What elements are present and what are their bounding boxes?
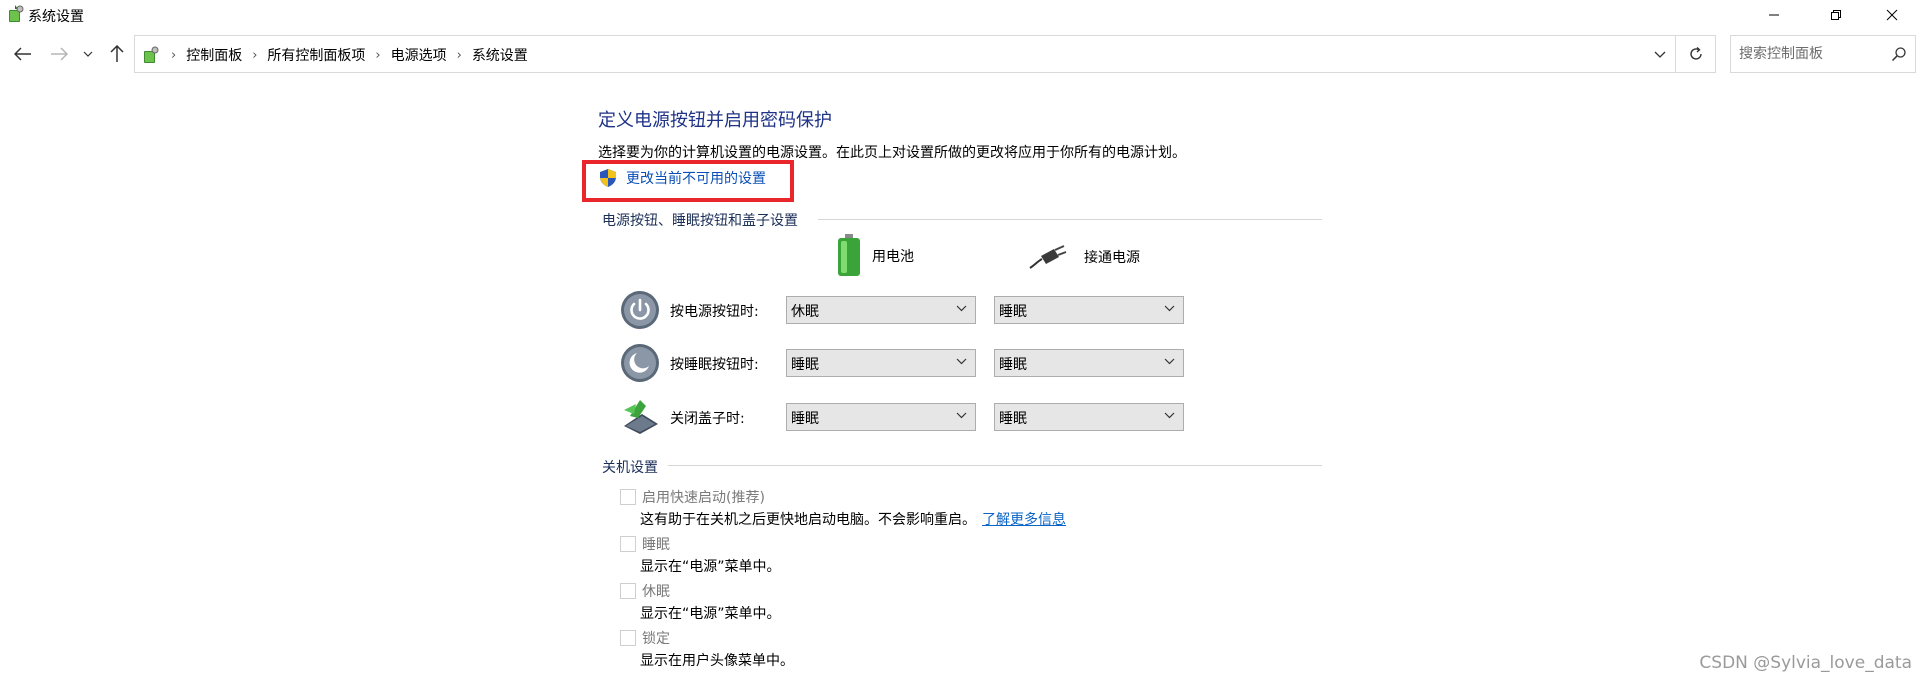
select-value: 睡眠 — [791, 411, 819, 427]
sleep-description: 显示在“电源”菜单中。 — [640, 559, 781, 575]
chevron-down-icon — [83, 51, 93, 57]
chevron-down-icon — [956, 305, 967, 312]
plugged-in-column-label: 接通电源 — [1084, 250, 1140, 266]
breadcrumb-separator: › — [456, 47, 462, 63]
laptop-lid-icon — [624, 400, 658, 434]
fast-startup-checkbox-row[interactable]: 启用快速启动(推荐) — [620, 487, 765, 507]
sleep-checkbox[interactable] — [620, 536, 636, 552]
window-title: 系统设置 — [28, 9, 84, 25]
fast-startup-description: 这有助于在关机之后更快地启动电脑。不会影响重启。 了解更多信息 — [640, 509, 1066, 529]
minimize-button[interactable] — [1746, 0, 1802, 30]
watermark: CSDN @Sylvia_love_data — [1699, 653, 1912, 673]
select-value: 睡眠 — [999, 411, 1027, 427]
hibernate-description: 显示在“电源”菜单中。 — [640, 606, 781, 622]
power-button-battery-select[interactable]: 休眠 — [786, 296, 976, 324]
chevron-down-icon — [1164, 412, 1175, 419]
chevron-down-icon — [1164, 358, 1175, 365]
arrow-up-icon — [110, 45, 124, 62]
restore-icon — [1831, 10, 1841, 20]
section-divider — [818, 219, 1322, 220]
lock-checkbox[interactable] — [620, 630, 636, 646]
breadcrumb-separator: › — [252, 47, 258, 63]
shutdown-section-title: 关机设置 — [602, 460, 658, 476]
close-icon — [1886, 9, 1898, 21]
sleep-button-plugged-select[interactable]: 睡眠 — [994, 349, 1184, 377]
search-icon[interactable] — [1891, 46, 1907, 62]
breadcrumb-all-items[interactable]: 所有控制面板项 — [267, 45, 365, 65]
search-box[interactable] — [1730, 35, 1916, 73]
refresh-button[interactable] — [1676, 35, 1716, 73]
forward-button[interactable] — [46, 41, 72, 67]
breadcrumb-system-settings[interactable]: 系统设置 — [472, 45, 528, 65]
search-input[interactable] — [1731, 36, 1881, 72]
power-buttons-section-title: 电源按钮、睡眠按钮和盖子设置 — [602, 213, 798, 229]
title-bar: 系统设置 — [0, 0, 1920, 30]
hibernate-checkbox-row[interactable]: 休眠 — [620, 581, 670, 601]
sleep-button-icon — [621, 344, 659, 382]
select-value: 睡眠 — [791, 357, 819, 373]
page-title: 定义电源按钮并启用密码保护 — [598, 110, 832, 131]
refresh-icon — [1689, 46, 1702, 60]
chevron-down-icon — [956, 412, 967, 419]
learn-more-link[interactable]: 了解更多信息 — [982, 512, 1066, 528]
close-lid-row-label: 关闭盖子时: — [670, 411, 745, 427]
address-bar[interactable]: › 控制面板 › 所有控制面板项 › 电源选项 › 系统设置 — [134, 35, 1676, 73]
close-button[interactable] — [1864, 0, 1920, 30]
fast-startup-label: 启用快速启动(推荐) — [642, 490, 765, 506]
power-button-plugged-select[interactable]: 睡眠 — [994, 296, 1184, 324]
section-divider — [668, 465, 1322, 466]
breadcrumb: › 控制面板 › 所有控制面板项 › 电源选项 › 系统设置 — [141, 44, 528, 66]
breadcrumb-separator: › — [375, 47, 381, 63]
uac-shield-icon — [600, 169, 616, 187]
control-panel-icon — [144, 46, 159, 63]
plugged-in-column-header: 接通电源 — [1028, 244, 1140, 270]
lock-description: 显示在用户头像菜单中。 — [640, 653, 794, 669]
close-lid-plugged-select[interactable]: 睡眠 — [994, 403, 1184, 431]
battery-column-header: 用电池 — [836, 234, 914, 278]
address-history-dropdown[interactable] — [1645, 36, 1675, 72]
chevron-down-icon — [956, 358, 967, 365]
breadcrumb-control-panel[interactable]: 控制面板 — [186, 45, 242, 65]
arrow-left-icon — [14, 47, 31, 61]
power-button-icon — [621, 291, 659, 329]
select-value: 休眠 — [791, 304, 819, 320]
fast-startup-checkbox[interactable] — [620, 489, 636, 505]
change-unavailable-settings-link[interactable]: 更改当前不可用的设置 — [598, 168, 766, 188]
hibernate-checkbox[interactable] — [620, 583, 636, 599]
battery-icon — [838, 234, 860, 276]
up-button[interactable] — [104, 41, 130, 67]
recent-locations-button[interactable] — [80, 41, 96, 67]
restore-button[interactable] — [1808, 0, 1864, 30]
select-value: 睡眠 — [999, 357, 1027, 373]
close-lid-battery-select[interactable]: 睡眠 — [786, 403, 976, 431]
select-value: 睡眠 — [999, 304, 1027, 320]
chevron-down-icon — [1654, 51, 1666, 58]
minimize-icon — [1769, 14, 1779, 16]
power-plug-icon — [1029, 245, 1067, 269]
fast-startup-desc-text: 这有助于在关机之后更快地启动电脑。不会影响重启。 — [640, 512, 976, 528]
chevron-down-icon — [1164, 305, 1175, 312]
change-link-label[interactable]: 更改当前不可用的设置 — [626, 168, 766, 188]
back-button[interactable] — [10, 41, 36, 67]
arrow-right-icon — [51, 47, 68, 61]
breadcrumb-power-options[interactable]: 电源选项 — [391, 45, 447, 65]
lock-label: 锁定 — [642, 631, 670, 647]
lock-checkbox-row[interactable]: 锁定 — [620, 628, 670, 648]
battery-column-label: 用电池 — [872, 249, 914, 265]
hibernate-label: 休眠 — [642, 584, 670, 600]
page-description: 选择要为你的计算机设置的电源设置。在此页上对设置所做的更改将应用于你所有的电源计… — [598, 145, 1186, 161]
sleep-button-row-label: 按睡眠按钮时: — [670, 357, 759, 373]
power-options-icon — [9, 5, 24, 22]
sleep-button-battery-select[interactable]: 睡眠 — [786, 349, 976, 377]
power-button-row-label: 按电源按钮时: — [670, 304, 759, 320]
breadcrumb-separator: › — [171, 47, 177, 63]
sleep-checkbox-row[interactable]: 睡眠 — [620, 534, 670, 554]
sleep-label: 睡眠 — [642, 537, 670, 553]
